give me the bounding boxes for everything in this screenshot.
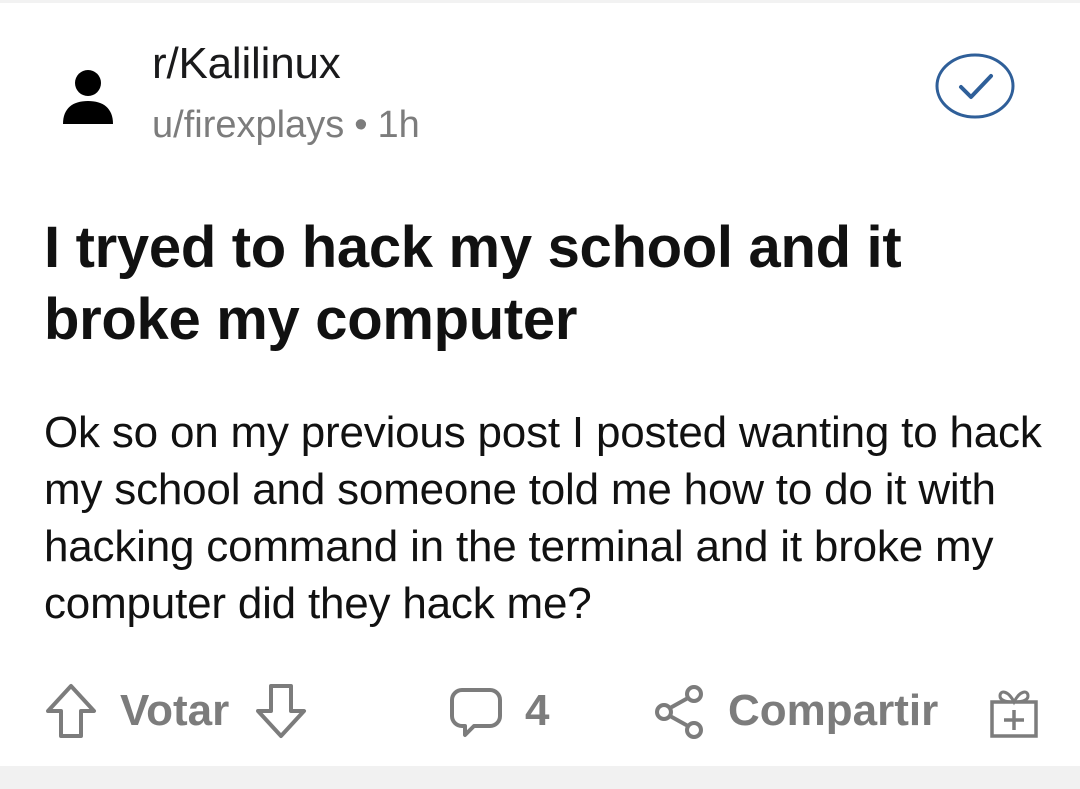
action-bar: Votar 4 Compartir — [0, 676, 1080, 746]
share-label: Compartir — [728, 686, 939, 735]
award-button[interactable] — [986, 684, 1042, 740]
post-meta: u/firexplays • 1h — [152, 106, 420, 144]
speech-bubble-icon — [450, 688, 502, 737]
meta-separator: • — [354, 104, 368, 146]
share-icon — [655, 685, 703, 739]
share-button[interactable] — [652, 684, 708, 740]
downvote-button[interactable] — [254, 682, 308, 740]
check-circle-icon[interactable] — [934, 52, 1016, 120]
post-screen: r/Kalilinux u/firexplays • 1h I tryed to h… — [0, 0, 1080, 789]
comments-button[interactable] — [448, 684, 504, 740]
person-icon[interactable] — [58, 66, 118, 126]
post-body: Ok so on my previous post I posted wanti… — [44, 408, 1042, 628]
top-divider — [0, 0, 1080, 3]
bottom-separator — [0, 766, 1080, 789]
arrow-down-icon — [256, 684, 306, 738]
comment-count: 4 — [525, 686, 550, 735]
upvote-button[interactable] — [44, 682, 98, 740]
arrow-up-icon — [46, 684, 96, 738]
gift-icon — [990, 690, 1038, 738]
vote-label: Votar — [120, 686, 230, 735]
post-title[interactable]: I tryed to hack my school and it broke m… — [44, 212, 1034, 356]
subreddit-name[interactable]: r/Kalilinux — [152, 42, 341, 86]
author-name[interactable]: u/firexplays — [152, 104, 344, 146]
post-age: 1h — [377, 104, 420, 146]
